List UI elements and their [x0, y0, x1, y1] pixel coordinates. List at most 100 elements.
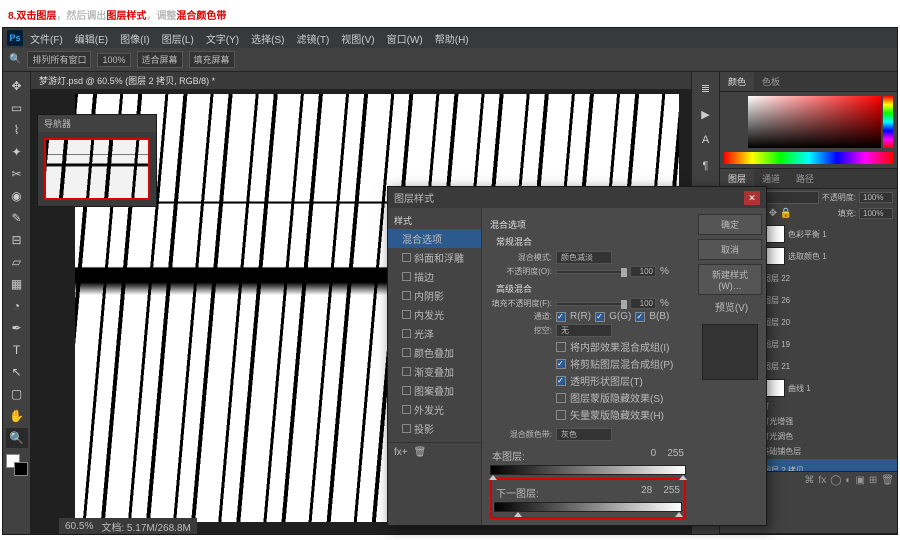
- cb-vector-fx[interactable]: [556, 410, 566, 420]
- menu-edit[interactable]: 编辑(E): [70, 29, 113, 48]
- opt-arrange[interactable]: 排列所有窗口: [27, 51, 91, 68]
- style-checkbox[interactable]: [402, 310, 411, 319]
- zoom-tool[interactable]: 🔍: [6, 428, 28, 448]
- style-checkbox[interactable]: [402, 291, 411, 300]
- move-tool[interactable]: ✥: [6, 76, 28, 96]
- link-layers-icon[interactable]: ⌘: [804, 475, 814, 486]
- fillop-value[interactable]: 100: [630, 298, 656, 309]
- this-layer-slider[interactable]: [490, 465, 686, 475]
- ch-b[interactable]: [635, 312, 645, 322]
- menu-view[interactable]: 视图(V): [336, 29, 379, 48]
- style-checkbox[interactable]: [402, 405, 411, 414]
- adjustment-icon[interactable]: ◐: [845, 475, 851, 486]
- style-checkbox[interactable]: [402, 348, 411, 357]
- fx-icon[interactable]: fx: [818, 475, 826, 486]
- menu-image[interactable]: 图像(I): [115, 29, 154, 48]
- menu-layer[interactable]: 图层(L): [157, 29, 199, 48]
- crop-tool[interactable]: ✂: [6, 164, 28, 184]
- cb-clip-group[interactable]: [556, 359, 566, 369]
- style-item[interactable]: 内阴影: [388, 286, 481, 305]
- style-checkbox[interactable]: [402, 367, 411, 376]
- text-tool[interactable]: T: [6, 340, 28, 360]
- layer-name: 图层 26: [763, 295, 790, 306]
- para-icon[interactable]: ¶: [696, 156, 716, 176]
- color-picker[interactable]: [720, 92, 897, 168]
- cb-trans-shape[interactable]: [556, 376, 566, 386]
- pen-tool[interactable]: ✒: [6, 318, 28, 338]
- gradient-tool[interactable]: ▦: [6, 274, 28, 294]
- trash-icon[interactable]: 🗑: [414, 447, 427, 458]
- style-checkbox[interactable]: [402, 253, 411, 262]
- style-item[interactable]: 光泽: [388, 324, 481, 343]
- actions-icon[interactable]: ▶: [696, 104, 716, 124]
- menu-help[interactable]: 帮助(H): [430, 29, 474, 48]
- opacity-slider[interactable]: [556, 270, 626, 274]
- menu-type[interactable]: 文字(Y): [201, 29, 244, 48]
- path-tool[interactable]: ↖: [6, 362, 28, 382]
- delete-layer-icon[interactable]: 🗑: [881, 475, 894, 486]
- style-item[interactable]: 描边: [388, 267, 481, 286]
- knockout-select[interactable]: 无: [556, 324, 612, 337]
- new-layer-icon[interactable]: ⊞: [869, 475, 877, 486]
- close-icon[interactable]: ✕: [744, 191, 760, 205]
- style-checkbox[interactable]: [402, 272, 411, 281]
- cancel-button[interactable]: 取消: [698, 239, 762, 260]
- fillop-slider[interactable]: [556, 302, 626, 306]
- fx-add-icon[interactable]: fx+: [394, 447, 408, 458]
- style-item[interactable]: 投影: [388, 419, 481, 438]
- blendif-channel[interactable]: 灰色: [556, 428, 612, 441]
- cb-inner-group[interactable]: [556, 342, 566, 352]
- blur-tool[interactable]: ◔: [6, 296, 28, 316]
- menu-window[interactable]: 窗口(W): [382, 29, 428, 48]
- ch-g[interactable]: [595, 312, 605, 322]
- tab-swatches[interactable]: 色板: [754, 72, 788, 91]
- menu-select[interactable]: 选择(S): [246, 29, 289, 48]
- under-layer-label: 下一图层:: [496, 485, 539, 500]
- shape-tool[interactable]: ▢: [6, 384, 28, 404]
- document-tab[interactable]: 梦游灯.psd @ 60.5% (图层 2 拷贝, RGB/8) *: [31, 72, 691, 90]
- wand-tool[interactable]: ✦: [6, 142, 28, 162]
- style-item[interactable]: 颜色叠加: [388, 343, 481, 362]
- menu-filter[interactable]: 滤镜(T): [292, 29, 335, 48]
- layer-fill[interactable]: 100%: [859, 208, 893, 219]
- tab-paths[interactable]: 路径: [788, 169, 822, 188]
- style-item[interactable]: 混合选项: [388, 229, 481, 248]
- opacity-value[interactable]: 100: [630, 266, 656, 277]
- eyedropper-tool[interactable]: ◉: [6, 186, 28, 206]
- group-icon[interactable]: ▣: [855, 475, 864, 486]
- under-layer-slider[interactable]: [494, 502, 682, 512]
- mask-icon[interactable]: ◯: [830, 475, 841, 486]
- ok-button[interactable]: 确定: [698, 214, 762, 235]
- dialog-titlebar[interactable]: 图层样式 ✕: [388, 187, 766, 208]
- opt-fillscreen[interactable]: 填充屏幕: [189, 51, 235, 68]
- lasso-tool[interactable]: ⌇: [6, 120, 28, 140]
- eraser-tool[interactable]: ▱: [6, 252, 28, 272]
- marquee-tool[interactable]: ▭: [6, 98, 28, 118]
- navigator-thumb[interactable]: [44, 138, 150, 200]
- style-item[interactable]: 渐变叠加: [388, 362, 481, 381]
- style-item[interactable]: 外发光: [388, 400, 481, 419]
- style-item[interactable]: 内发光: [388, 305, 481, 324]
- tab-color[interactable]: 颜色: [720, 72, 754, 91]
- color-swatches[interactable]: [6, 454, 28, 476]
- style-checkbox[interactable]: [402, 386, 411, 395]
- brush-tool[interactable]: ✎: [6, 208, 28, 228]
- ch-r[interactable]: [556, 312, 566, 322]
- cb-mask-fx[interactable]: [556, 393, 566, 403]
- char-icon[interactable]: A: [696, 130, 716, 150]
- layer-opacity[interactable]: 100%: [859, 192, 893, 203]
- status-zoom[interactable]: 60.5%: [65, 521, 93, 532]
- newstyle-button[interactable]: 新建样式(W)…: [698, 264, 762, 295]
- history-icon[interactable]: ≣: [696, 78, 716, 98]
- navigator-panel[interactable]: 导航器: [37, 114, 157, 207]
- blendmode-select[interactable]: 颜色减淡: [556, 251, 612, 264]
- hand-tool[interactable]: ✋: [6, 406, 28, 426]
- style-item[interactable]: 图案叠加: [388, 381, 481, 400]
- opt-fitscreen[interactable]: 适合屏幕: [137, 51, 183, 68]
- style-item[interactable]: 斜面和浮雕: [388, 248, 481, 267]
- opt-zoom[interactable]: 100%: [97, 53, 130, 67]
- menu-file[interactable]: 文件(F): [25, 29, 68, 48]
- style-checkbox[interactable]: [402, 329, 411, 338]
- stamp-tool[interactable]: ⊟: [6, 230, 28, 250]
- style-checkbox[interactable]: [402, 424, 411, 433]
